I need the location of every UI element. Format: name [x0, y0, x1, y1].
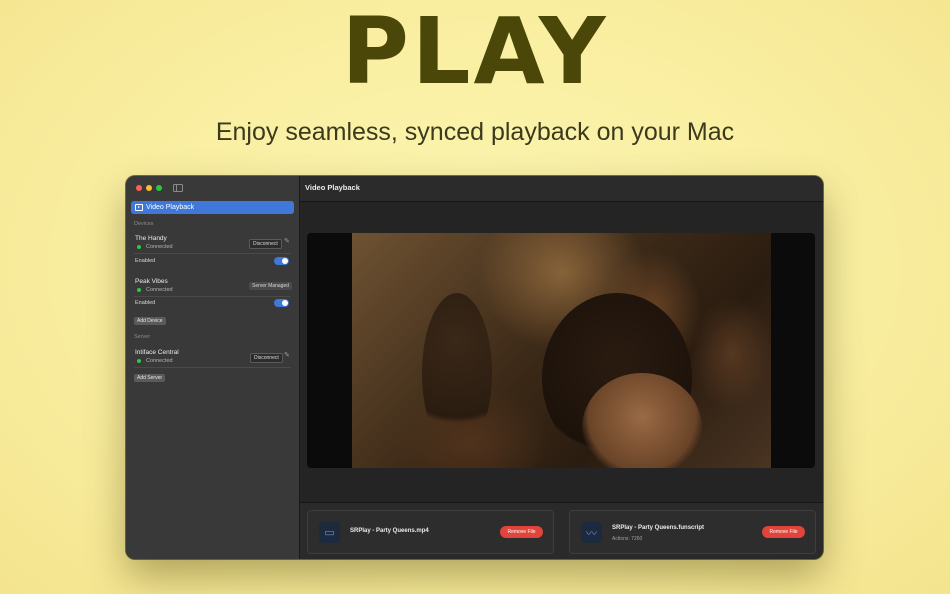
- script-file-card: 〰 SRPlay - Party Queens.funscript Action…: [569, 510, 816, 554]
- close-button[interactable]: [136, 185, 142, 191]
- sidebar-toggle-icon[interactable]: [173, 184, 183, 192]
- play-rectangle-icon: [135, 204, 143, 211]
- connected-dot-icon: [137, 288, 141, 292]
- sidebar-item-video-playback[interactable]: Video Playback: [131, 201, 294, 214]
- device-status-text: Connected: [146, 244, 173, 250]
- device-status: Connected: [137, 287, 173, 293]
- add-device-button[interactable]: Add Device: [134, 317, 166, 325]
- pencil-icon[interactable]: ✎: [284, 237, 290, 245]
- server-disconnect-button[interactable]: Disconnect: [250, 353, 283, 363]
- file-bar: ▭ SRPlay - Party Queens.mp4 Remove File …: [300, 502, 823, 559]
- enabled-label: Enabled: [135, 300, 156, 306]
- divider: [134, 253, 291, 254]
- divider: [134, 296, 291, 297]
- device-status-text: Connected: [146, 287, 173, 293]
- zoom-button[interactable]: [156, 185, 162, 191]
- video-frame: [352, 233, 771, 468]
- file-name: SRPlay - Party Queens.funscript: [612, 525, 705, 531]
- enabled-toggle[interactable]: [274, 299, 289, 307]
- sidebar: Video Playback Devices The Handy Connect…: [126, 176, 300, 559]
- sidebar-item-label: Video Playback: [146, 204, 195, 211]
- remove-file-button[interactable]: Remove File: [500, 526, 543, 538]
- minimize-button[interactable]: [146, 185, 152, 191]
- enabled-toggle[interactable]: [274, 257, 289, 265]
- server-managed-badge: Server Managed: [249, 282, 292, 290]
- server-header: Server: [134, 334, 151, 340]
- add-server-button[interactable]: Add Server: [134, 374, 166, 382]
- device-name: Peak Vibes: [135, 278, 168, 285]
- connected-dot-icon: [137, 245, 141, 249]
- device-status: Connected: [137, 244, 173, 250]
- video-player[interactable]: [307, 233, 815, 468]
- video-content: [422, 293, 492, 453]
- remove-file-button[interactable]: Remove File: [762, 526, 805, 538]
- window-controls: [136, 185, 162, 191]
- main-toolbar: [300, 176, 823, 202]
- file-actions-count: Actions: 7260: [612, 536, 643, 542]
- page-title: Video Playback: [305, 183, 360, 192]
- video-camera-icon: ▭: [319, 522, 340, 543]
- server-status-text: Connected: [146, 358, 173, 364]
- waveform-icon: 〰: [581, 522, 602, 543]
- devices-header: Devices: [134, 221, 154, 227]
- server-name: Intiface Central: [135, 349, 179, 356]
- hero-title: PLAY: [341, 0, 609, 105]
- video-file-card: ▭ SRPlay - Party Queens.mp4 Remove File: [307, 510, 554, 554]
- hero-subtitle: Enjoy seamless, synced playback on your …: [215, 118, 735, 146]
- device-name: The Handy: [135, 235, 167, 242]
- disconnect-button[interactable]: Disconnect: [249, 239, 282, 249]
- pencil-icon[interactable]: ✎: [284, 351, 290, 359]
- connected-dot-icon: [137, 359, 141, 363]
- server-status: Connected: [137, 358, 173, 364]
- app-window: Video Playback Devices The Handy Connect…: [126, 176, 823, 559]
- divider: [134, 367, 291, 368]
- file-name: SRPlay - Party Queens.mp4: [350, 528, 429, 534]
- enabled-label: Enabled: [135, 258, 156, 264]
